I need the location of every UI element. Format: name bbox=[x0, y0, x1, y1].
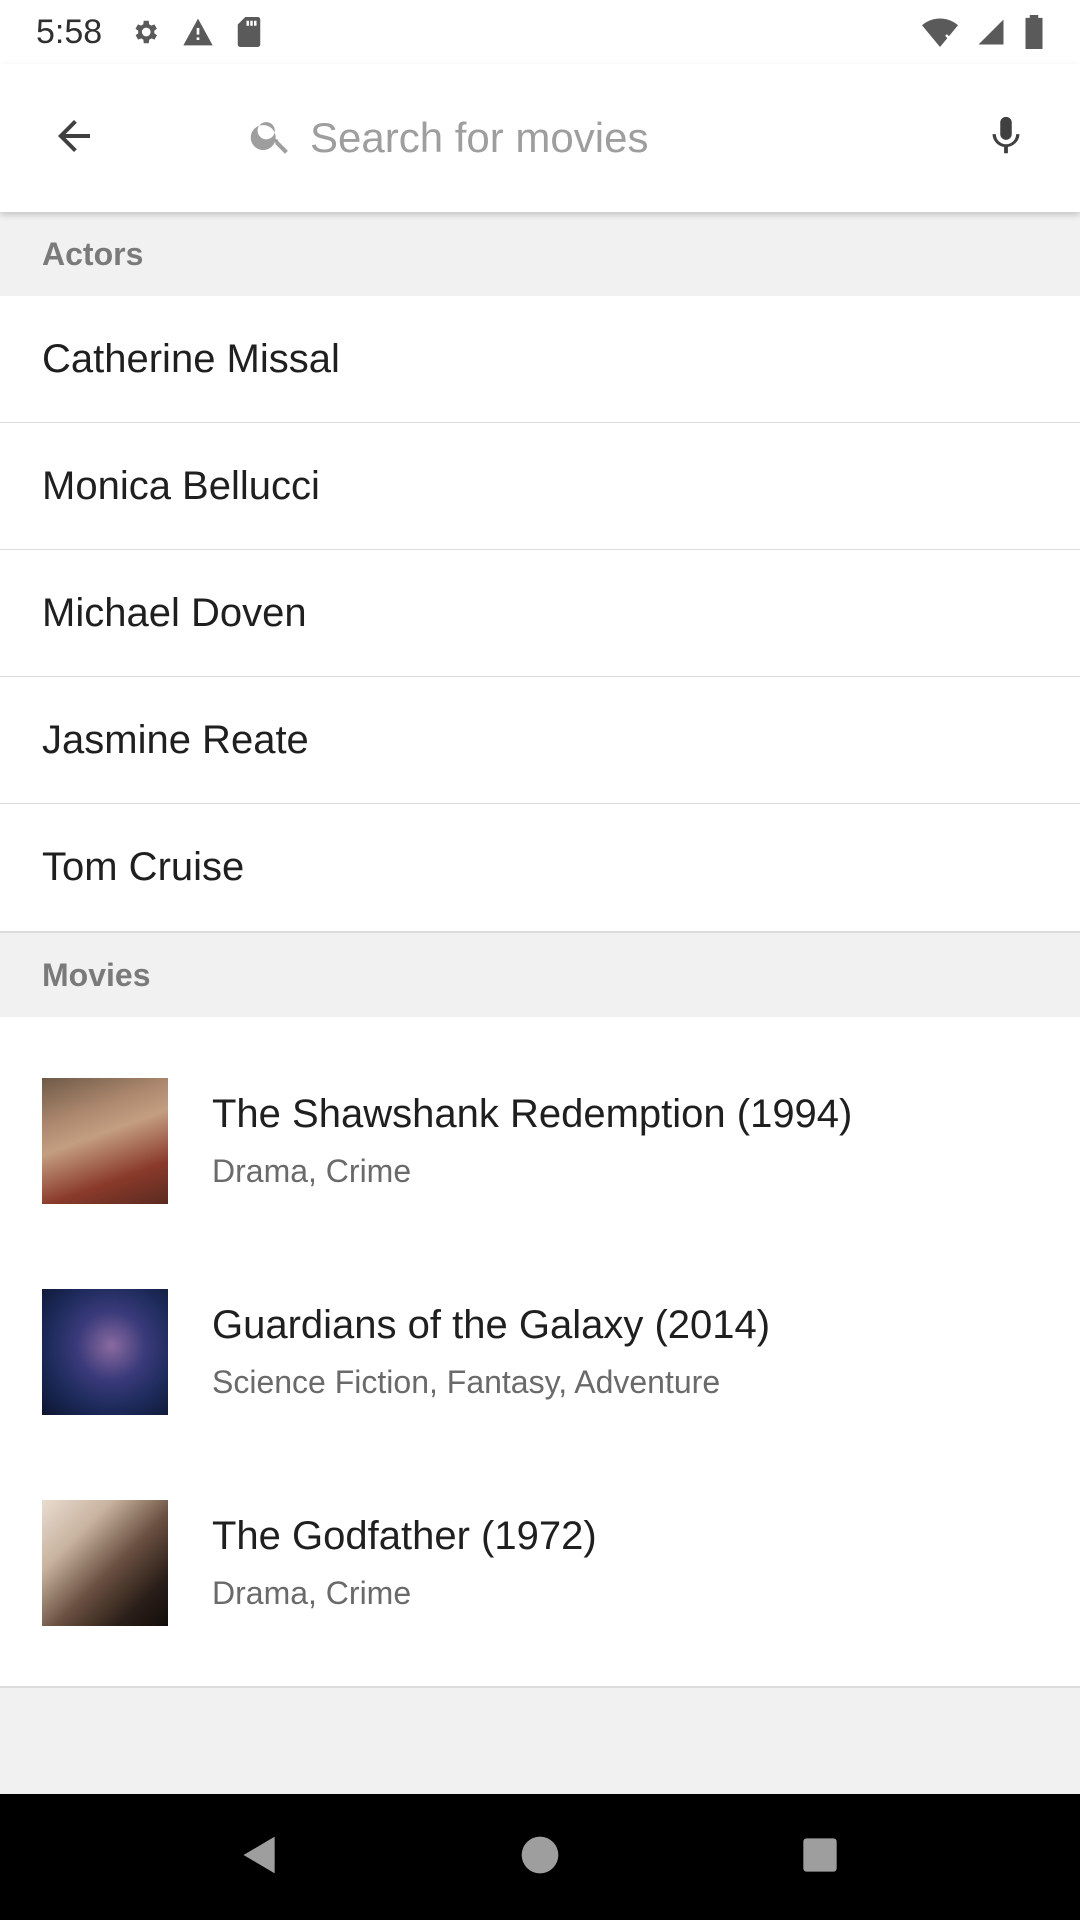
movie-genres: Drama, Crime bbox=[212, 1574, 412, 1611]
search-icon bbox=[248, 113, 294, 164]
search-toolbar bbox=[0, 64, 1080, 212]
actors-section-header: Actors bbox=[0, 212, 1080, 296]
movie-title: Guardians of the Galaxy (2014) bbox=[212, 1302, 771, 1347]
mic-icon bbox=[983, 113, 1029, 164]
status-right-icons bbox=[922, 15, 1044, 49]
nav-recents-button[interactable] bbox=[760, 1797, 880, 1917]
back-button[interactable] bbox=[0, 64, 148, 212]
movie-genres: Drama, Crime bbox=[212, 1152, 412, 1189]
actor-item[interactable]: Catherine Missal bbox=[0, 296, 1080, 423]
search-input[interactable] bbox=[308, 113, 868, 163]
movie-text: Guardians of the Galaxy (2014) Science F… bbox=[212, 1297, 770, 1407]
actor-item[interactable]: Monica Bellucci bbox=[0, 423, 1080, 550]
movie-poster bbox=[42, 1288, 168, 1415]
actor-item[interactable]: Michael Doven bbox=[0, 550, 1080, 677]
arrow-back-icon bbox=[50, 112, 98, 165]
movie-text: The Godfather (1972) Drama, Crime bbox=[212, 1508, 597, 1618]
status-bar: 5:58 bbox=[0, 0, 1080, 64]
wifi-icon bbox=[922, 17, 958, 47]
actor-item[interactable]: Tom Cruise bbox=[0, 804, 1080, 931]
movie-title: The Shawshank Redemption (1994) bbox=[212, 1091, 853, 1136]
back-triangle-icon bbox=[238, 1833, 282, 1882]
movie-title: The Godfather (1972) bbox=[212, 1513, 597, 1558]
recents-square-icon bbox=[800, 1835, 840, 1880]
warning-icon bbox=[182, 17, 214, 47]
movie-genres: Science Fiction, Fantasy, Adventure bbox=[212, 1363, 721, 1400]
search-box[interactable] bbox=[208, 88, 932, 188]
home-circle-icon bbox=[520, 1835, 560, 1880]
system-nav-bar bbox=[0, 1794, 1080, 1920]
movie-list: The Shawshank Redemption (1994) Drama, C… bbox=[0, 1017, 1080, 1688]
nav-home-button[interactable] bbox=[480, 1797, 600, 1917]
movies-section-header: Movies bbox=[0, 931, 1080, 1017]
status-left-icons bbox=[130, 17, 262, 47]
movie-item[interactable]: The Godfather (1972) Drama, Crime bbox=[0, 1457, 1080, 1668]
movie-text: The Shawshank Redemption (1994) Drama, C… bbox=[212, 1086, 852, 1196]
movie-poster bbox=[42, 1077, 168, 1204]
status-time: 5:58 bbox=[36, 12, 103, 51]
sd-card-icon bbox=[236, 17, 262, 47]
actor-item[interactable]: Jasmine Reate bbox=[0, 677, 1080, 804]
movie-item[interactable]: The Shawshank Redemption (1994) Drama, C… bbox=[0, 1035, 1080, 1246]
battery-icon bbox=[1024, 15, 1044, 49]
movie-item[interactable]: Guardians of the Galaxy (2014) Science F… bbox=[0, 1246, 1080, 1457]
screen: 5:58 Search for movies Actors Catherine … bbox=[0, 0, 1080, 1920]
settings-icon bbox=[130, 17, 160, 47]
results-content: Actors Catherine Missal Monica Bellucci … bbox=[0, 212, 1080, 1688]
voice-search-button[interactable] bbox=[932, 64, 1080, 212]
nav-back-button[interactable] bbox=[200, 1797, 320, 1917]
movie-poster bbox=[42, 1499, 168, 1626]
signal-icon bbox=[976, 17, 1006, 47]
actor-list: Catherine Missal Monica Bellucci Michael… bbox=[0, 296, 1080, 931]
